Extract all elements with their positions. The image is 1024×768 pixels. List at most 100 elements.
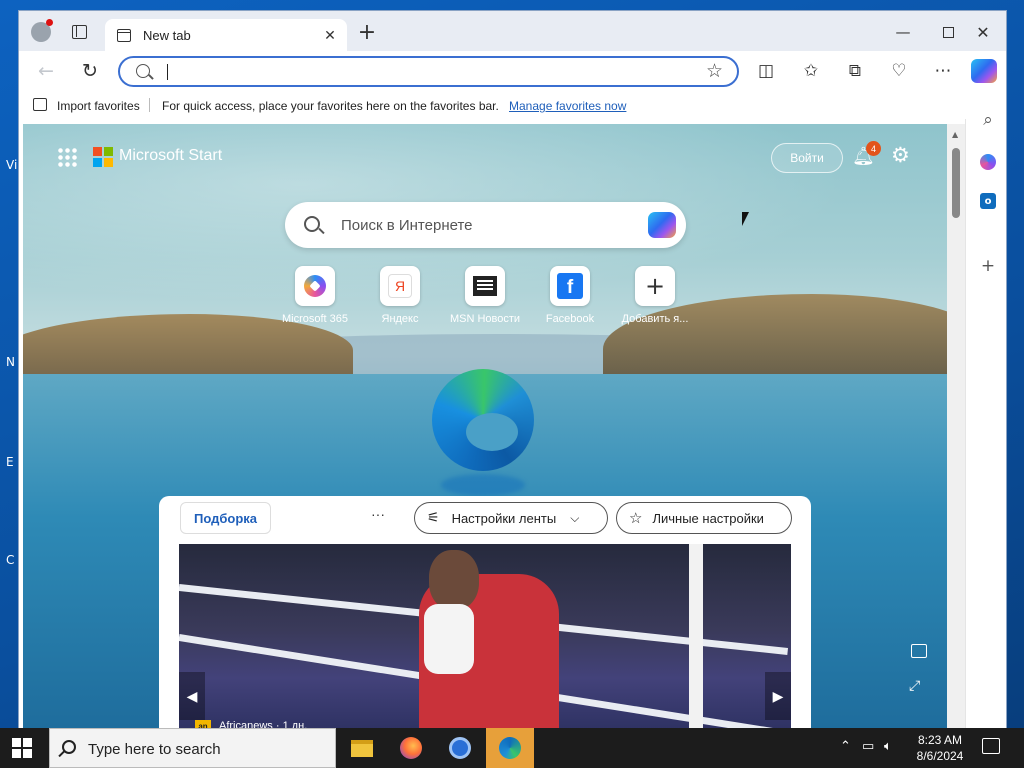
search-placeholder: Поиск в Интернете bbox=[341, 217, 473, 234]
app-launcher-icon[interactable] bbox=[57, 147, 77, 167]
desktop-icon-label[interactable]: N bbox=[6, 355, 15, 369]
windows-start-button[interactable] bbox=[12, 738, 32, 758]
close-window-button[interactable]: ✕ bbox=[969, 20, 997, 44]
facebook-icon: f bbox=[557, 273, 583, 299]
add-sidebar-app-icon[interactable]: + bbox=[976, 254, 1000, 278]
copilot-icon[interactable] bbox=[971, 59, 997, 83]
profile-alert-dot bbox=[46, 19, 53, 26]
page-settings-gear-icon[interactable]: ⚙ bbox=[891, 143, 917, 169]
desktop-icon-label[interactable]: E bbox=[6, 455, 14, 469]
scrollbar-thumb[interactable] bbox=[952, 148, 960, 218]
chromium-taskbar-button[interactable] bbox=[436, 728, 484, 768]
import-favorites-icon bbox=[33, 98, 47, 111]
taskbar: Type here to search ⌃ ▭ 🔈︎ 8:23 AM 8/6/2… bbox=[0, 728, 1024, 768]
refresh-button[interactable]: ↻ bbox=[75, 57, 105, 85]
tab-feed-picks[interactable]: Подборка bbox=[180, 502, 271, 534]
clock-time: 8:23 AM bbox=[917, 733, 963, 747]
sparkle-star-icon: ☆ bbox=[629, 509, 643, 527]
plus-icon: + bbox=[644, 272, 666, 300]
quick-link-add[interactable]: + Добавить я... bbox=[615, 266, 695, 325]
edge-logo-icon bbox=[432, 369, 534, 471]
quick-link-label: Microsoft 365 bbox=[281, 313, 349, 325]
divider bbox=[149, 98, 150, 112]
split-screen-icon[interactable]: ◫ bbox=[751, 57, 781, 85]
clock-date: 8/6/2024 bbox=[916, 749, 964, 763]
quick-links: Microsoft 365 Я Яндекс MSN Новости f Fac… bbox=[273, 266, 703, 336]
news-feed: Подборка ··· ⚟ Настройки ленты ⌵ ☆ Личны… bbox=[159, 496, 811, 729]
profile-icon[interactable] bbox=[27, 19, 55, 44]
notification-count-badge: 4 bbox=[866, 141, 881, 156]
microsoft-365-icon bbox=[304, 275, 326, 297]
copilot-icon[interactable] bbox=[648, 212, 676, 238]
quick-link-label: MSN Новости bbox=[449, 313, 521, 325]
title-bar: New tab ✕ + — ✕ bbox=[19, 11, 1006, 51]
show-hidden-icons-chevron-icon[interactable]: ⌃ bbox=[840, 739, 851, 754]
sign-in-button[interactable]: Войти bbox=[771, 143, 843, 173]
feed-settings-button[interactable]: ⚟ Настройки ленты ⌵ bbox=[414, 502, 608, 534]
quick-link-microsoft-365[interactable]: Microsoft 365 bbox=[275, 266, 355, 325]
edge-taskbar-button[interactable] bbox=[486, 728, 534, 768]
system-clock[interactable]: 8:23 AM 8/6/2024 bbox=[905, 732, 975, 764]
feed-settings-label: Настройки ленты bbox=[451, 510, 557, 526]
browser-essentials-icon[interactable]: ♡ bbox=[884, 57, 914, 85]
brand-title[interactable]: Microsoft Start bbox=[119, 147, 222, 165]
image-boxer-head bbox=[429, 550, 479, 610]
more-options-icon[interactable]: ⋯ bbox=[928, 57, 958, 85]
quick-link-msn-news[interactable]: MSN Новости bbox=[445, 266, 525, 325]
personal-settings-button[interactable]: ☆ Личные настройки bbox=[616, 502, 792, 534]
search-icon bbox=[304, 216, 320, 232]
minimize-button[interactable]: — bbox=[889, 20, 917, 44]
hero-news-card[interactable]: ◀ ▶ an Africanews · 1 дн. bbox=[179, 544, 791, 729]
manage-favorites-link[interactable]: Manage favorites now bbox=[509, 99, 626, 113]
edge-logo-reflection bbox=[441, 474, 525, 496]
notification-center-icon[interactable] bbox=[982, 738, 1000, 754]
image-ring-post bbox=[689, 544, 703, 729]
back-button[interactable]: ← bbox=[31, 57, 61, 85]
sliders-icon: ⚟ bbox=[427, 510, 440, 526]
quick-link-facebook[interactable]: f Facebook bbox=[530, 266, 610, 325]
quick-link-yandex[interactable]: Я Яндекс bbox=[360, 266, 440, 325]
web-search-box[interactable]: Поиск в Интернете bbox=[285, 202, 686, 248]
carousel-prev-button[interactable]: ◀ bbox=[179, 672, 205, 720]
new-tab-button[interactable]: + bbox=[353, 20, 381, 45]
favorite-star-icon[interactable]: ☆ bbox=[706, 60, 723, 82]
address-bar[interactable]: ☆ bbox=[118, 56, 739, 87]
network-icon[interactable]: ▭ bbox=[862, 739, 874, 754]
new-tab-page-icon bbox=[117, 28, 131, 42]
firefox-taskbar-button[interactable] bbox=[387, 728, 435, 768]
tab-actions-icon[interactable] bbox=[65, 20, 93, 44]
desktop-icon-label[interactable]: Vi bbox=[6, 158, 17, 172]
search-icon[interactable]: ⌕ bbox=[976, 108, 1000, 132]
more-options-icon[interactable]: ··· bbox=[371, 506, 385, 522]
expand-icon[interactable]: ⤢ bbox=[909, 678, 920, 694]
favorites-icon[interactable]: ✩ bbox=[796, 57, 826, 85]
import-favorites-button[interactable]: Import favorites bbox=[57, 99, 140, 113]
start-page: Microsoft Start Войти 🔔︎ 4 ⚙ Поиск в Инт… bbox=[23, 124, 947, 729]
taskbar-search-box[interactable]: Type here to search bbox=[49, 728, 336, 768]
search-icon bbox=[136, 64, 150, 78]
volume-muted-icon[interactable]: 🔈︎ bbox=[884, 739, 892, 754]
yandex-icon: Я bbox=[388, 274, 412, 298]
firefox-icon bbox=[400, 737, 422, 759]
close-tab-icon[interactable]: ✕ bbox=[319, 24, 341, 46]
carousel-next-button[interactable]: ▶ bbox=[765, 672, 791, 720]
outlook-icon[interactable]: o bbox=[976, 189, 1000, 213]
tab-new-tab[interactable]: New tab ✕ bbox=[105, 19, 347, 51]
personal-settings-label: Личные настройки bbox=[652, 510, 764, 526]
microsoft-logo-icon bbox=[93, 147, 113, 167]
page-scrollbar[interactable]: ▲ bbox=[947, 124, 965, 729]
search-icon bbox=[62, 740, 76, 754]
collections-icon[interactable]: ⧉ bbox=[840, 57, 870, 85]
maximize-button[interactable] bbox=[934, 20, 962, 44]
scroll-up-arrow-icon[interactable]: ▲ bbox=[952, 130, 958, 139]
microsoft-365-sidebar-icon[interactable] bbox=[976, 150, 1000, 174]
edge-icon bbox=[499, 737, 521, 759]
image-boxer-gloves bbox=[424, 604, 474, 674]
desktop-icon-label[interactable]: C bbox=[6, 553, 14, 567]
file-explorer-taskbar-button[interactable] bbox=[338, 728, 386, 768]
taskbar-search-placeholder: Type here to search bbox=[88, 741, 221, 758]
quick-link-label: Добавить я... bbox=[621, 313, 689, 325]
background-image-info-icon[interactable] bbox=[911, 644, 927, 658]
sidebar: ⌕ o + bbox=[965, 110, 1006, 729]
navigation-toolbar: ← ↻ ☆ ◫ ✩ ⧉ ♡ ⋯ bbox=[19, 51, 1006, 91]
